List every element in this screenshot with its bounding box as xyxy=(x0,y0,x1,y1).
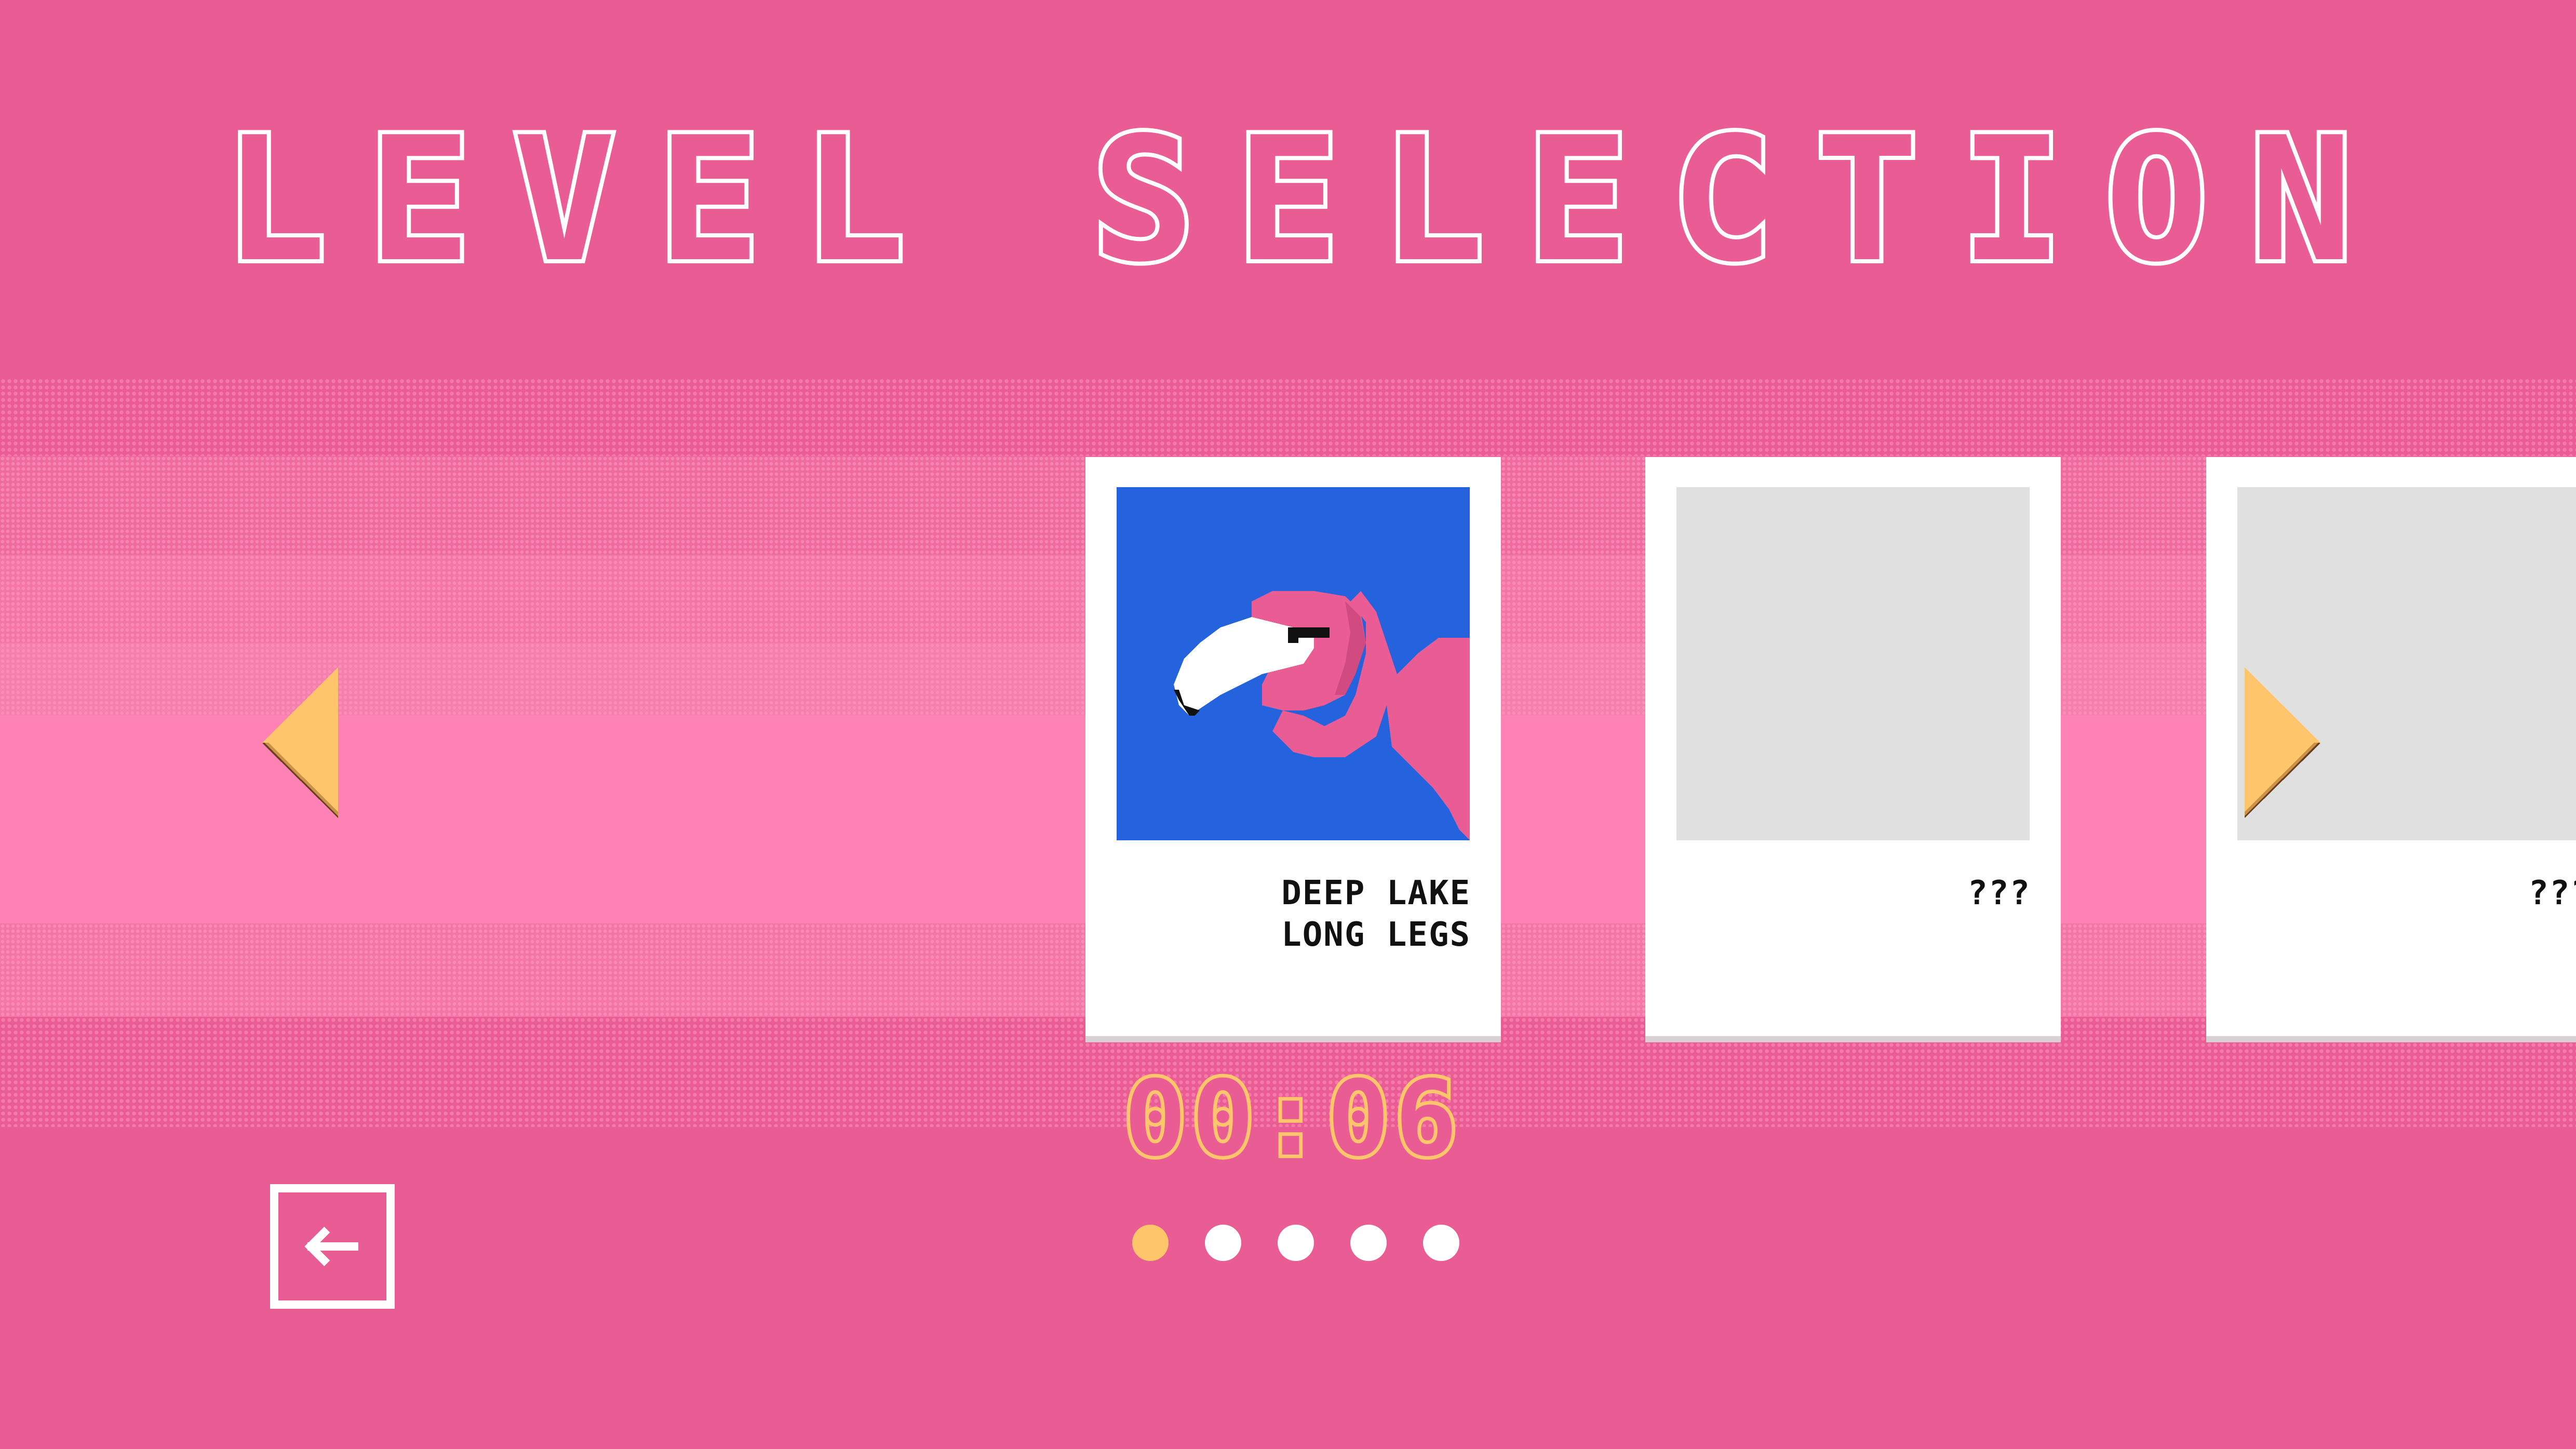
page-dot[interactable] xyxy=(1278,1225,1314,1261)
level-card-locked[interactable]: ??? xyxy=(1645,457,2061,1036)
level-name: ??? xyxy=(1967,874,2031,913)
page-dot-active[interactable] xyxy=(1132,1225,1169,1261)
back-button[interactable] xyxy=(270,1184,395,1309)
previous-level-button[interactable] xyxy=(262,667,340,818)
arrow-right-icon xyxy=(2245,667,2320,818)
arrow-left-icon xyxy=(262,667,338,818)
level-selection-screen: LEVEL SELECTION DEEP LAKE LONG LEGS ??? … xyxy=(0,0,2576,1449)
flamingo-icon xyxy=(1174,591,1470,840)
page-dot[interactable] xyxy=(1205,1225,1241,1261)
level-card[interactable]: DEEP LAKE LONG LEGS xyxy=(1085,457,1501,1036)
level-name: DEEP LAKE LONG LEGS xyxy=(1281,874,1471,954)
locked-placeholder xyxy=(1676,487,2030,840)
page-indicator xyxy=(1132,1225,1465,1262)
page-title: LEVEL SELECTION xyxy=(219,100,2395,300)
level-name: ??? xyxy=(2528,874,2576,913)
page-dot[interactable] xyxy=(1423,1225,1459,1261)
back-arrow-icon xyxy=(304,1227,358,1266)
next-level-button[interactable] xyxy=(2243,667,2320,818)
level-thumbnail xyxy=(1117,487,1470,840)
best-time: 00:06 xyxy=(1120,1058,1463,1179)
page-dot[interactable] xyxy=(1350,1225,1387,1261)
stripe-background xyxy=(0,378,2576,456)
